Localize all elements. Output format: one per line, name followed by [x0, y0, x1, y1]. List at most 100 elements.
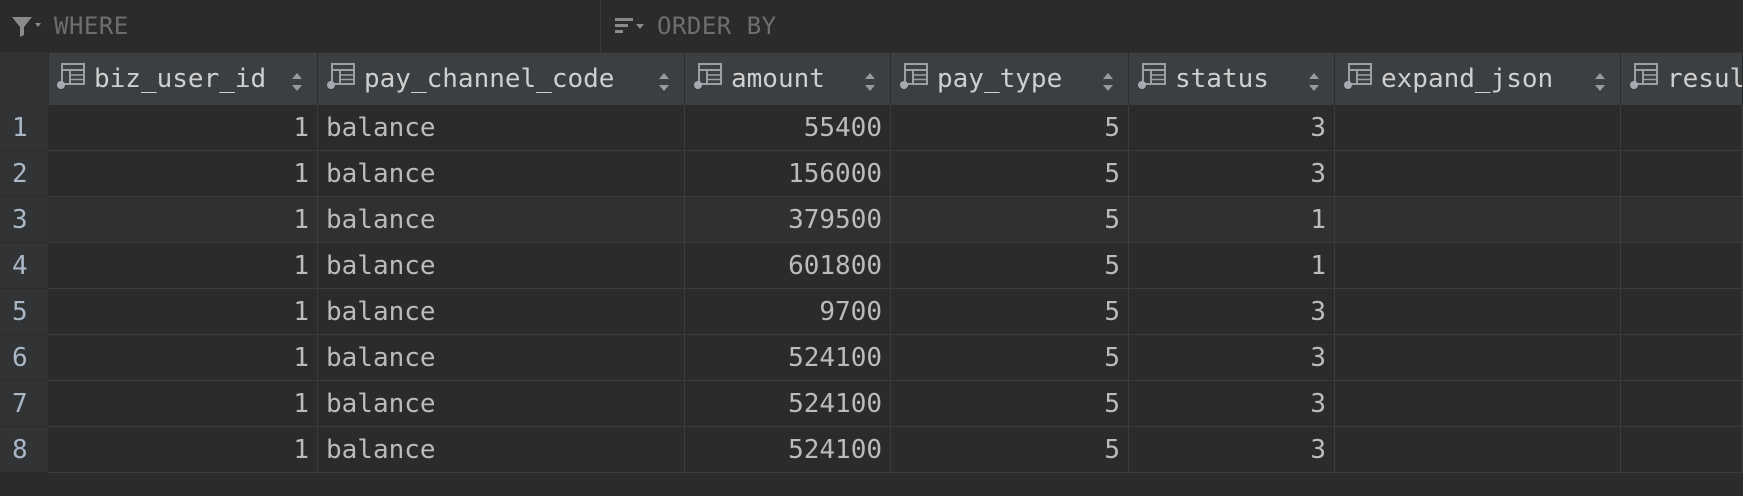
column-header-status[interactable]: status: [1129, 53, 1335, 105]
sort-arrows-icon[interactable]: [1594, 69, 1606, 99]
sort-arrows-icon[interactable]: [658, 69, 670, 99]
table-column-icon: [326, 62, 356, 97]
column-header-label: resul: [1667, 64, 1743, 94]
table-column-icon: [1629, 62, 1659, 97]
table-row[interactable]: 3 1 balance 379500 5 1: [0, 197, 1743, 243]
cell-resul[interactable]: [1621, 289, 1743, 335]
cell-expand-json[interactable]: [1335, 243, 1621, 289]
column-header-expand-json[interactable]: expand_json: [1335, 53, 1621, 105]
cell-biz-user-id[interactable]: 1: [48, 427, 318, 473]
filter-icon: [12, 17, 41, 37]
cell-biz-user-id[interactable]: 1: [48, 105, 318, 151]
cell-status[interactable]: 3: [1129, 427, 1335, 473]
table-column-icon: [1137, 62, 1167, 97]
cell-pay-type[interactable]: 5: [891, 427, 1129, 473]
header-corner[interactable]: [0, 53, 49, 105]
cell-pay-type[interactable]: 5: [891, 381, 1129, 427]
column-header-label: status: [1175, 64, 1269, 94]
cell-expand-json[interactable]: [1335, 197, 1621, 243]
cell-pay-channel-code[interactable]: balance: [318, 105, 685, 151]
cell-pay-type[interactable]: 5: [891, 197, 1129, 243]
cell-pay-type[interactable]: 5: [891, 151, 1129, 197]
row-number[interactable]: 3: [0, 197, 48, 243]
cell-expand-json[interactable]: [1335, 381, 1621, 427]
column-header-amount[interactable]: amount: [685, 53, 891, 105]
cell-biz-user-id[interactable]: 1: [48, 197, 318, 243]
column-header-pay-channel-code[interactable]: pay_channel_code: [318, 53, 685, 105]
cell-pay-channel-code[interactable]: balance: [318, 289, 685, 335]
cell-expand-json[interactable]: [1335, 335, 1621, 381]
cell-biz-user-id[interactable]: 1: [48, 243, 318, 289]
cell-amount[interactable]: 379500: [685, 197, 891, 243]
cell-amount[interactable]: 55400: [685, 105, 891, 151]
cell-resul[interactable]: [1621, 151, 1743, 197]
order-by-label: ORDER BY: [657, 12, 777, 40]
cell-expand-json[interactable]: [1335, 151, 1621, 197]
cell-biz-user-id[interactable]: 1: [48, 289, 318, 335]
cell-resul[interactable]: [1621, 243, 1743, 289]
cell-status[interactable]: 3: [1129, 381, 1335, 427]
cell-pay-type[interactable]: 5: [891, 105, 1129, 151]
cell-pay-channel-code[interactable]: balance: [318, 427, 685, 473]
filter-bar: WHERE ORDER BY: [0, 0, 1743, 53]
cell-biz-user-id[interactable]: 1: [48, 335, 318, 381]
cell-resul[interactable]: [1621, 381, 1743, 427]
table-row[interactable]: 1 1 balance 55400 5 3: [0, 105, 1743, 151]
row-number[interactable]: 8: [0, 427, 48, 473]
column-header-label: pay_type: [937, 64, 1063, 94]
table-row[interactable]: 2 1 balance 156000 5 3: [0, 151, 1743, 197]
where-label: WHERE: [54, 12, 129, 40]
table-row[interactable]: 5 1 balance 9700 5 3: [0, 289, 1743, 335]
sort-arrows-icon[interactable]: [291, 69, 303, 99]
table-row[interactable]: 7 1 balance 524100 5 3: [0, 381, 1743, 427]
column-header-label: biz_user_id: [94, 64, 267, 94]
table-row[interactable]: 8 1 balance 524100 5 3: [0, 427, 1743, 473]
sort-arrows-icon[interactable]: [1102, 69, 1114, 99]
cell-pay-channel-code[interactable]: balance: [318, 381, 685, 427]
row-number[interactable]: 6: [0, 335, 48, 381]
cell-expand-json[interactable]: [1335, 105, 1621, 151]
cell-pay-channel-code[interactable]: balance: [318, 243, 685, 289]
cell-status[interactable]: 3: [1129, 105, 1335, 151]
cell-biz-user-id[interactable]: 1: [48, 151, 318, 197]
row-number[interactable]: 5: [0, 289, 48, 335]
cell-expand-json[interactable]: [1335, 289, 1621, 335]
cell-pay-type[interactable]: 5: [891, 243, 1129, 289]
sort-arrows-icon[interactable]: [1308, 69, 1320, 99]
cell-status[interactable]: 3: [1129, 151, 1335, 197]
where-filter[interactable]: WHERE: [10, 0, 598, 52]
order-by-filter[interactable]: ORDER BY: [600, 0, 1743, 52]
column-header-pay-type[interactable]: pay_type: [891, 53, 1129, 105]
row-number[interactable]: 2: [0, 151, 48, 197]
cell-resul[interactable]: [1621, 335, 1743, 381]
row-number[interactable]: 1: [0, 105, 48, 151]
cell-resul[interactable]: [1621, 105, 1743, 151]
cell-status[interactable]: 3: [1129, 335, 1335, 381]
row-number[interactable]: 7: [0, 381, 48, 427]
cell-amount[interactable]: 524100: [685, 335, 891, 381]
cell-pay-channel-code[interactable]: balance: [318, 197, 685, 243]
cell-status[interactable]: 1: [1129, 243, 1335, 289]
sort-arrows-icon[interactable]: [864, 69, 876, 99]
column-header-resul[interactable]: resul: [1621, 53, 1743, 105]
cell-amount[interactable]: 524100: [685, 381, 891, 427]
cell-amount[interactable]: 9700: [685, 289, 891, 335]
cell-resul[interactable]: [1621, 197, 1743, 243]
cell-expand-json[interactable]: [1335, 427, 1621, 473]
cell-biz-user-id[interactable]: 1: [48, 381, 318, 427]
cell-amount[interactable]: 156000: [685, 151, 891, 197]
column-header-biz-user-id[interactable]: biz_user_id: [48, 53, 318, 105]
cell-status[interactable]: 3: [1129, 289, 1335, 335]
cell-status[interactable]: 1: [1129, 197, 1335, 243]
row-number[interactable]: 4: [0, 243, 48, 289]
cell-pay-channel-code[interactable]: balance: [318, 335, 685, 381]
table-row[interactable]: 4 1 balance 601800 5 1: [0, 243, 1743, 289]
cell-resul[interactable]: [1621, 427, 1743, 473]
cell-amount[interactable]: 524100: [685, 427, 891, 473]
table-row[interactable]: 6 1 balance 524100 5 3: [0, 335, 1743, 381]
cell-amount[interactable]: 601800: [685, 243, 891, 289]
cell-pay-type[interactable]: 5: [891, 335, 1129, 381]
cell-pay-channel-code[interactable]: balance: [318, 151, 685, 197]
cell-pay-type[interactable]: 5: [891, 289, 1129, 335]
grid-footer: [0, 473, 1743, 496]
